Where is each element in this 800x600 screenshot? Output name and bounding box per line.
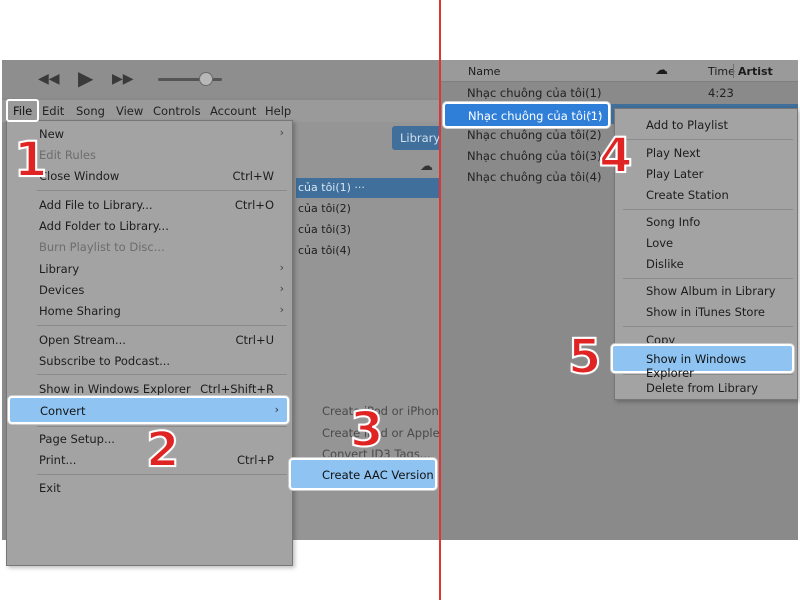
menu-help[interactable]: Help (265, 104, 291, 118)
menu-separator (623, 209, 793, 210)
step-number-1: 1 (13, 132, 48, 188)
column-time[interactable]: Time (708, 65, 735, 78)
step-number-3: 3 (349, 402, 384, 458)
list-item[interactable]: của tôi(2) (296, 199, 439, 219)
menu-view[interactable]: View (116, 104, 143, 118)
selected-song-row[interactable]: Nhạc chuông của tôi(1) ··· (443, 102, 610, 128)
library-button[interactable]: Library (392, 126, 439, 150)
context-song-info[interactable]: Song Info (615, 212, 799, 232)
menu-file[interactable]: File (6, 99, 39, 122)
menu-separator (623, 139, 793, 140)
list-item[interactable]: của tôi(4) (296, 241, 439, 261)
context-add-to-playlist[interactable]: Add to Playlist (615, 115, 799, 135)
menu-song[interactable]: Song (76, 104, 105, 118)
step-number-4: 4 (598, 128, 633, 184)
menu-separator (623, 326, 793, 327)
context-show-itunes-store[interactable]: Show in iTunes Store (615, 302, 799, 322)
step-number-2: 2 (145, 422, 180, 478)
file-menu-add-folder[interactable]: Add Folder to Library... (7, 216, 294, 236)
context-play-next[interactable]: Play Next (615, 143, 799, 163)
menu-account[interactable]: Account (210, 104, 256, 118)
file-menu-exit[interactable]: Exit (7, 478, 294, 498)
context-play-later[interactable]: Play Later (615, 164, 799, 184)
more-options-icon[interactable]: ··· (588, 107, 602, 121)
menu-edit[interactable]: Edit (42, 104, 64, 118)
context-dislike[interactable]: Dislike (615, 254, 799, 274)
file-menu-home-sharing[interactable]: Home Sharing › (7, 301, 294, 321)
file-menu-convert[interactable]: Convert › (8, 396, 289, 424)
file-menu-close-window[interactable]: Close Window Ctrl+W (7, 166, 294, 186)
file-menu-dropdown: New › Edit Rules Close Window Ctrl+W Add F… (6, 120, 293, 566)
table-row[interactable]: Nhạc chuông của tôi(1) 4:23 (441, 83, 798, 103)
menu-separator (37, 325, 287, 326)
file-menu-burn-playlist: Burn Playlist to Disc... (39, 240, 165, 254)
menu-separator (37, 190, 287, 191)
context-show-windows-explorer[interactable]: Show in Windows Explorer (611, 344, 794, 380)
context-love[interactable]: Love (615, 233, 799, 253)
file-menu-open-stream[interactable]: Open Stream... Ctrl+U (7, 330, 294, 350)
context-create-station[interactable]: Create Station (615, 185, 799, 205)
list-item[interactable]: của tôi(1) ··· (296, 178, 439, 198)
column-separator (733, 64, 734, 78)
file-menu-devices[interactable]: Devices › (7, 280, 294, 300)
menu-separator (37, 374, 287, 375)
context-delete-from-library[interactable]: Delete from Library (615, 378, 799, 398)
next-icon[interactable]: ▶▶ (112, 71, 134, 87)
submenu-create-apple-tv[interactable]: Create iPad or Apple TV (322, 426, 458, 440)
player-bar: ◀◀ ▶ ▶▶ (2, 60, 439, 98)
file-menu-library[interactable]: Library › (7, 259, 294, 279)
play-icon[interactable]: ▶ (78, 66, 93, 90)
context-show-album[interactable]: Show Album in Library (615, 281, 799, 301)
list-item[interactable]: của tôi(3) (296, 220, 439, 240)
file-menu-new[interactable]: New › (7, 124, 294, 144)
menu-bar: Edit Song View Controls Account Help (2, 100, 439, 122)
column-name[interactable]: Name (468, 65, 500, 78)
submenu-create-aac[interactable]: Create AAC Version (289, 458, 437, 490)
song-list-header: Name ☁ Time Artist (441, 60, 798, 82)
file-menu-add-file[interactable]: Add File to Library... Ctrl+O (7, 195, 294, 215)
file-menu-edit-rules: Edit Rules (39, 148, 96, 162)
step-number-5: 5 (567, 329, 602, 385)
volume-knob[interactable] (199, 72, 213, 86)
menu-separator (623, 278, 793, 279)
file-menu-subscribe-podcast[interactable]: Subscribe to Podcast... (7, 351, 294, 371)
menu-controls[interactable]: Controls (153, 104, 201, 118)
previous-icon[interactable]: ◀◀ (38, 71, 60, 87)
submenu-create-ipod[interactable]: Create iPod or iPhone V (322, 404, 457, 418)
cloud-icon: ☁ (420, 159, 433, 174)
cloud-icon: ☁ (655, 63, 668, 78)
column-artist[interactable]: Artist (738, 65, 773, 78)
